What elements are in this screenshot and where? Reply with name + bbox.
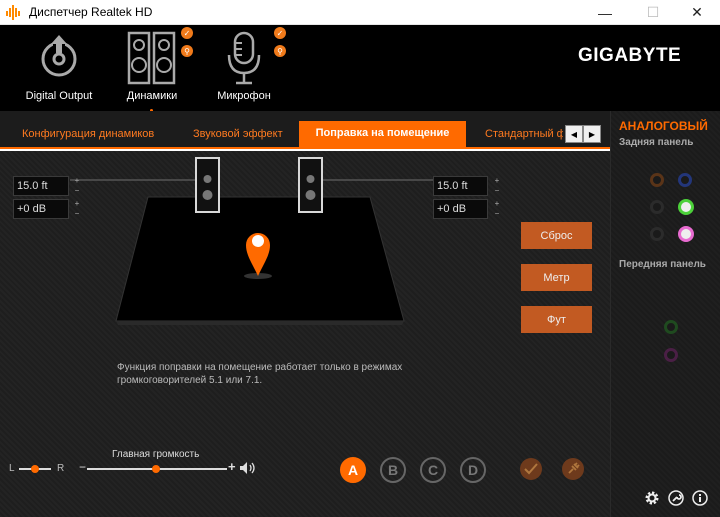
reset-button[interactable]: Сброс bbox=[521, 222, 592, 249]
right-gain-field[interactable]: +0 dB bbox=[433, 199, 488, 219]
front-jack-pink[interactable] bbox=[664, 348, 678, 362]
front-jack-green[interactable] bbox=[664, 320, 678, 334]
tab-scroll-arrows: ◀ ▶ bbox=[565, 125, 601, 143]
rear-jack-blue[interactable] bbox=[678, 173, 692, 187]
window-title: Диспетчер Realtek HD bbox=[29, 5, 153, 19]
microphone-icon bbox=[227, 31, 261, 85]
master-volume-label: Главная громкость bbox=[112, 449, 200, 460]
right-distance-field[interactable]: 15.0 ft bbox=[433, 176, 488, 196]
device-label: Микрофон bbox=[217, 90, 271, 102]
balance-left-label: L bbox=[9, 463, 15, 474]
device-label: Динамики bbox=[126, 90, 178, 102]
profile-c-button[interactable]: C bbox=[420, 457, 446, 483]
balance-right-label: R bbox=[57, 463, 65, 474]
spin-up-icon: + bbox=[494, 176, 500, 185]
device-microphone[interactable]: Микрофон bbox=[207, 25, 281, 111]
gear-icon[interactable] bbox=[644, 490, 660, 506]
connector-icon: ⚲ bbox=[181, 45, 193, 57]
left-gain-field[interactable]: +0 dB bbox=[13, 199, 69, 219]
maximize-icon: ☐ bbox=[646, 4, 660, 20]
meter-button[interactable]: Метр bbox=[521, 264, 592, 291]
tab-speaker-config[interactable]: Конфигурация динамиков bbox=[22, 123, 154, 147]
rear-panel-label: Задняя панель bbox=[619, 137, 694, 148]
spin-down-icon: − bbox=[494, 186, 500, 195]
volume-plus-icon: + bbox=[228, 459, 236, 474]
device-speakers[interactable]: Динамики bbox=[115, 25, 189, 111]
left-distance-field[interactable]: 15.0 ft bbox=[13, 176, 69, 196]
front-panel-label: Передняя панель bbox=[619, 259, 706, 270]
tab-room-correction[interactable]: Поправка на помещение bbox=[299, 121, 466, 147]
speaker-volume-icon[interactable] bbox=[239, 461, 257, 475]
balance-slider-handle[interactable] bbox=[31, 465, 39, 473]
right-distance-stepper[interactable]: + − bbox=[491, 176, 503, 196]
volume-minus-icon: − bbox=[79, 460, 87, 474]
minimize-icon: — bbox=[598, 4, 612, 21]
tab-scroll-right-button[interactable]: ▶ bbox=[583, 125, 601, 143]
rear-jack-black[interactable] bbox=[650, 200, 664, 214]
foot-button[interactable]: Фут bbox=[521, 306, 592, 333]
spin-up-icon: + bbox=[74, 199, 80, 208]
analog-title: АНАЛОГОВЫЙ bbox=[619, 119, 708, 133]
connected-check-icon: ✓ bbox=[181, 27, 193, 39]
profile-d-button[interactable]: D bbox=[460, 457, 486, 483]
master-volume-handle[interactable] bbox=[152, 465, 160, 473]
plug-icon bbox=[568, 462, 580, 474]
profile-b-button[interactable]: B bbox=[380, 457, 406, 483]
minimize-button[interactable]: — bbox=[582, 0, 628, 25]
device-digital-output[interactable]: Digital Output bbox=[17, 25, 101, 111]
tab-bar: Конфигурация динамиков Звуковой эффект П… bbox=[0, 111, 610, 149]
profile-a-button[interactable]: A bbox=[340, 457, 366, 483]
right-gain-stepper[interactable]: + − bbox=[491, 199, 503, 219]
analog-side-panel bbox=[610, 111, 720, 517]
device-header: Digital Output Динамики ✓ ⚲ Микрофон ✓ ⚲… bbox=[0, 25, 720, 112]
spin-down-icon: − bbox=[494, 209, 500, 218]
rear-jack-gray[interactable] bbox=[650, 227, 664, 241]
title-bar: Диспетчер Realtek HD — ☐ ✕ bbox=[0, 0, 720, 25]
device-label: Digital Output bbox=[25, 90, 93, 102]
check-icon bbox=[524, 463, 538, 475]
realtek-app-icon bbox=[6, 5, 20, 20]
left-gain-stepper[interactable]: + − bbox=[71, 199, 83, 219]
connector-settings-button[interactable] bbox=[562, 458, 584, 480]
connector-icon: ⚲ bbox=[274, 45, 286, 57]
connected-check-icon: ✓ bbox=[274, 27, 286, 39]
rear-jack-green[interactable] bbox=[678, 199, 694, 215]
info-icon[interactable] bbox=[692, 490, 708, 506]
left-speaker-icon[interactable] bbox=[195, 157, 220, 213]
close-button[interactable]: ✕ bbox=[674, 0, 720, 25]
spin-down-icon: − bbox=[74, 209, 80, 218]
maximize-button[interactable]: ☐ bbox=[630, 0, 676, 25]
wrench-icon[interactable] bbox=[668, 490, 684, 506]
room-correction-note: Функция поправки на помещение работает т… bbox=[117, 362, 403, 386]
digital-output-icon bbox=[41, 35, 77, 77]
confirm-button[interactable] bbox=[520, 458, 542, 480]
right-speaker-icon[interactable] bbox=[298, 157, 323, 213]
tab-standard-format[interactable]: Стандартный формат bbox=[485, 123, 563, 147]
speakers-icon bbox=[127, 31, 176, 85]
rear-jack-orange[interactable] bbox=[650, 173, 664, 187]
spin-down-icon: − bbox=[74, 186, 80, 195]
rear-jack-pink[interactable] bbox=[678, 226, 694, 242]
arrow-right-icon: ▶ bbox=[588, 129, 596, 139]
close-icon: ✕ bbox=[691, 4, 703, 20]
left-distance-stepper[interactable]: + − bbox=[71, 176, 83, 196]
tab-scroll-left-button[interactable]: ◀ bbox=[565, 125, 583, 143]
spin-up-icon: + bbox=[74, 176, 80, 185]
arrow-left-icon: ◀ bbox=[570, 129, 578, 139]
tab-sound-effect[interactable]: Звуковой эффект bbox=[193, 123, 283, 147]
gigabyte-logo: GIGABYTE bbox=[578, 45, 682, 66]
spin-up-icon: + bbox=[494, 199, 500, 208]
